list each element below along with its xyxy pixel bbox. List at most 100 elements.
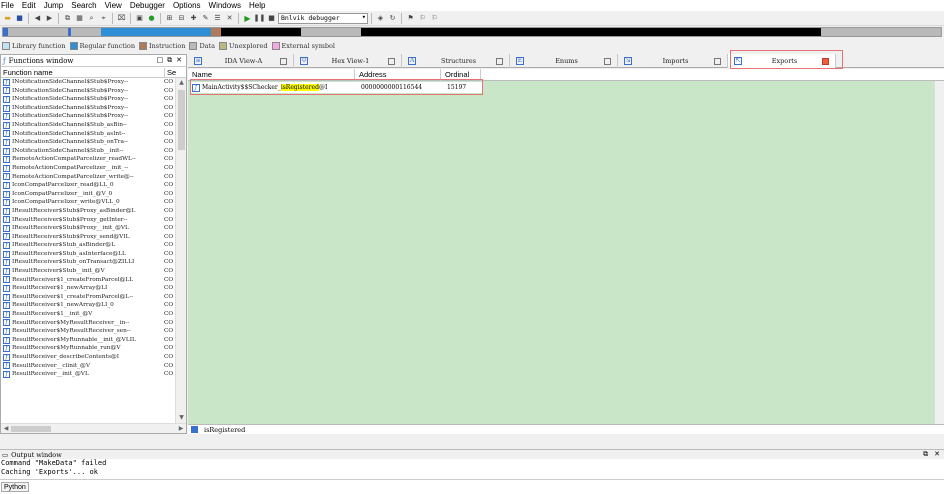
debugger-select[interactable]: Bnlvik debugger: [278, 12, 368, 24]
exports-view[interactable]: Name Address Ordinal ƒ MainActivity$$SCh…: [188, 68, 944, 424]
quick-filter-input[interactable]: isRegistered: [204, 426, 245, 434]
scroll-right-icon[interactable]: ▶: [176, 424, 186, 434]
list-item[interactable]: f IResultReceiver$Stub_onTransact@ZILLI CO: [1, 258, 186, 267]
list-item[interactable]: f IResultReceiver$Stub$Proxy_getInter-- CO: [1, 216, 186, 225]
menu-debugger[interactable]: Debugger: [126, 0, 169, 11]
open-folder-icon[interactable]: ▬: [2, 13, 13, 24]
menu-help[interactable]: Help: [245, 0, 269, 11]
list-item[interactable]: f ResultReceiver_describeContents@I CO: [1, 353, 186, 362]
add-icon[interactable]: ✚: [188, 13, 199, 24]
enum-icon[interactable]: ⊟: [176, 13, 187, 24]
list-item[interactable]: f ResultReceiver$1__init_@V CO: [1, 310, 186, 319]
list-item[interactable]: f INotificationSideChannel$Stub_asBin-- CO: [1, 121, 186, 130]
list-item[interactable]: f ResultReceiver$MyResultReceiver__in-- CO: [1, 319, 186, 328]
tab-close-icon[interactable]: [280, 57, 287, 65]
menu-file[interactable]: File: [0, 0, 18, 11]
list-item[interactable]: f ResultReceiver$MyResultReceiver_sen-- CO: [1, 327, 186, 336]
functions-list[interactable]: f INotificationSideChannel$Stub$Proxy-- CO…: [1, 78, 186, 423]
tab-imports[interactable]: ⇲ Imports: [618, 54, 728, 68]
binary-icon[interactable]: ▦: [74, 13, 85, 24]
stop-icon[interactable]: ■: [266, 13, 277, 24]
step-icon[interactable]: ↻: [387, 13, 398, 24]
list-item[interactable]: f ResultReceiver$1_createFromParcel@LL CO: [1, 276, 186, 285]
navigation-band[interactable]: [2, 27, 942, 37]
tab-ida-view-a[interactable]: ≡ IDA View-A: [188, 54, 294, 68]
scroll-left-icon[interactable]: ◀: [1, 424, 11, 434]
list-item[interactable]: f INotificationSideChannel$Stub$Proxy-- CO: [1, 87, 186, 96]
find-icon[interactable]: ⌖: [98, 13, 109, 24]
back-icon[interactable]: ◀: [32, 13, 43, 24]
list-item[interactable]: f IResultReceiver$Stub$Proxy__init_@VL CO: [1, 224, 186, 233]
list-item[interactable]: f INotificationSideChannel$Stub$Proxy-- CO: [1, 78, 186, 87]
list-item[interactable]: f INotificationSideChannel$Stub$Proxy-- CO: [1, 104, 186, 113]
flag-icon[interactable]: ⚐: [417, 13, 428, 24]
float-icon[interactable]: ⧉: [923, 450, 928, 459]
menu-windows[interactable]: Windows: [205, 0, 245, 11]
list-item[interactable]: f ResultReceiver__init_@VL CO: [1, 370, 186, 379]
list-item[interactable]: f ResultReceiver$1_newArray@LI CO: [1, 284, 186, 293]
list-item[interactable]: f ResultReceiver__clinit_@V CO: [1, 362, 186, 371]
column-segment[interactable]: Se: [165, 68, 176, 77]
command-line[interactable]: Python: [0, 479, 944, 494]
list-item[interactable]: f INotificationSideChannel$Stub$Proxy-- CO: [1, 95, 186, 104]
list-item[interactable]: f IconCompatParcelizer_read@LL_0 CO: [1, 181, 186, 190]
breakpoint-icon[interactable]: ◈: [375, 13, 386, 24]
close-icon[interactable]: ✕: [176, 56, 182, 65]
list-item[interactable]: f RemoteActionCompatParcelizer_write@-- CO: [1, 173, 186, 182]
restore-icon[interactable]: □: [157, 56, 164, 65]
list-item[interactable]: f IResultReceiver$Stub__init_@V CO: [1, 267, 186, 276]
delete-icon[interactable]: ✕: [224, 13, 235, 24]
functions-vertical-scrollbar[interactable]: ▲ ▼: [175, 78, 186, 423]
tab-close-icon[interactable]: [714, 57, 721, 65]
forward-icon[interactable]: ▶: [44, 13, 55, 24]
list-icon[interactable]: ☰: [212, 13, 223, 24]
tab-hex-view-1[interactable]: 0 Hex View-1: [294, 54, 402, 68]
list-item[interactable]: f INotificationSideChannel$Stub__init-- CO: [1, 147, 186, 156]
scroll-down-icon[interactable]: ▼: [176, 413, 186, 423]
list-item[interactable]: f RemoteActionCompatParcelizer_readWL-- CO: [1, 155, 186, 164]
list-item[interactable]: f ResultReceiver$1_newArray@LI_0 CO: [1, 301, 186, 310]
save-icon[interactable]: ■: [14, 13, 25, 24]
list-item[interactable]: f INotificationSideChannel$Stub$Proxy-- CO: [1, 112, 186, 121]
record-icon[interactable]: ●: [146, 13, 157, 24]
tab-close-icon[interactable]: [496, 57, 503, 65]
list-item[interactable]: f ResultReceiver$MyRunnable_run@V CO: [1, 344, 186, 353]
list-item[interactable]: f IconCompatParcelizer__init_@V_0 CO: [1, 190, 186, 199]
list-item[interactable]: f ResultReceiver$1_createFromParcel@L-- CO: [1, 293, 186, 302]
output-window-log[interactable]: Command "MakeData" failed Caching 'Expor…: [0, 459, 944, 479]
list-item[interactable]: f IResultReceiver$Stub$Proxy_send@VIL CO: [1, 233, 186, 242]
tab-structures[interactable]: A Structures: [402, 54, 510, 68]
graph-icon[interactable]: ▣: [134, 13, 145, 24]
list-item[interactable]: f IResultReceiver$Stub_asBinder@L CO: [1, 241, 186, 250]
list-item[interactable]: f ResultReceiver$MyRunnable__init_@VLIL CO: [1, 336, 186, 345]
scroll-up-icon[interactable]: ▲: [176, 78, 186, 88]
close-icon[interactable]: ✕: [934, 450, 940, 459]
list-item[interactable]: f RemoteActionCompatParcelizer__init_-- CO: [1, 164, 186, 173]
column-function-name[interactable]: Function name: [1, 67, 165, 77]
flag-icon[interactable]: ⚐: [429, 13, 440, 24]
menu-jump[interactable]: Jump: [40, 0, 68, 11]
flag-icon[interactable]: ⚑: [405, 13, 416, 24]
menu-search[interactable]: Search: [67, 0, 100, 11]
scroll-thumb[interactable]: [11, 426, 51, 432]
float-icon[interactable]: ⧉: [167, 56, 172, 65]
tab-enums[interactable]: E Enums: [510, 54, 618, 68]
tab-close-icon[interactable]: [388, 57, 395, 65]
menu-view[interactable]: View: [101, 0, 126, 11]
list-item[interactable]: f INotificationSideChannel$Stub_asInt-- CO: [1, 130, 186, 139]
menu-edit[interactable]: Edit: [18, 0, 40, 11]
edit-icon[interactable]: ✎: [200, 13, 211, 24]
menu-options[interactable]: Options: [169, 0, 205, 11]
exports-vertical-scrollbar[interactable]: [934, 81, 944, 424]
text-search-icon[interactable]: ⌕: [86, 13, 97, 24]
list-item[interactable]: f IconCompatParcelizer_write@VLL_0 CO: [1, 198, 186, 207]
list-item[interactable]: f INotificationSideChannel$Stub_onTra-- CO: [1, 138, 186, 147]
list-item[interactable]: f IResultReceiver$Stub_asInterface@LL CO: [1, 250, 186, 259]
script-language-button[interactable]: Python: [1, 482, 29, 492]
start-debugger-icon[interactable]: ▶: [242, 13, 253, 24]
code-icon[interactable]: ⌧: [116, 13, 127, 24]
functions-horizontal-scrollbar[interactable]: ◀ ▶: [1, 423, 186, 433]
pause-icon[interactable]: ❚❚: [254, 13, 266, 24]
list-item[interactable]: f IResultReceiver$Stub$Proxy_asBinder@L CO: [1, 207, 186, 216]
tab-close-icon[interactable]: [604, 57, 611, 65]
